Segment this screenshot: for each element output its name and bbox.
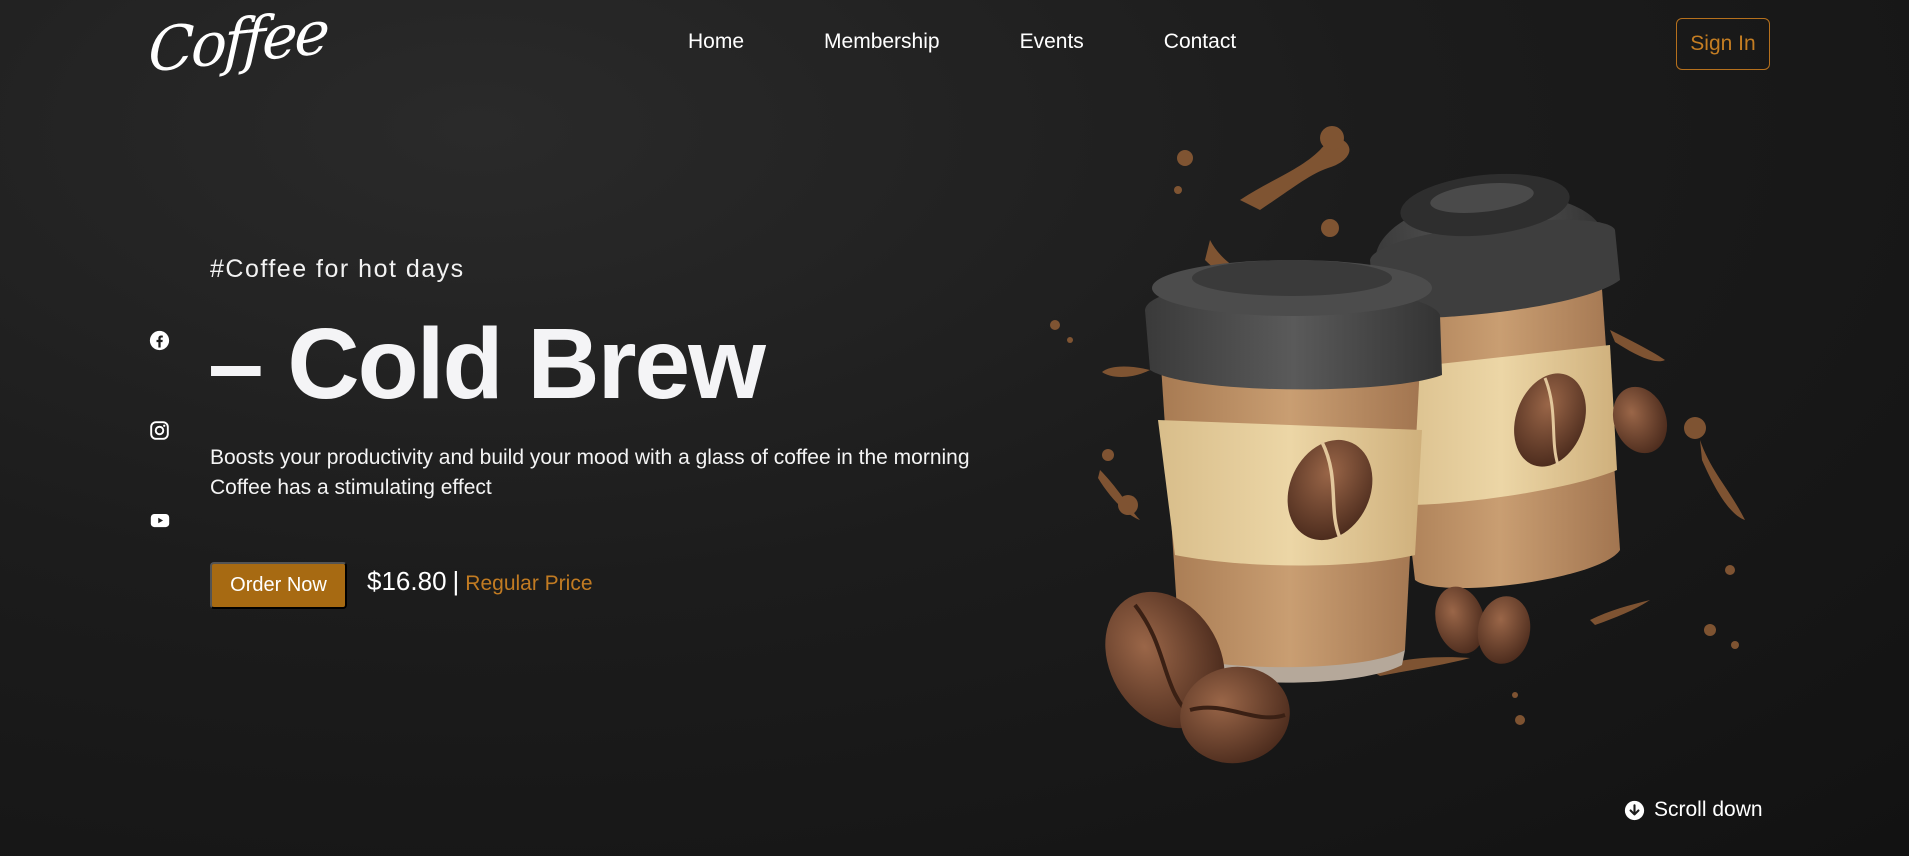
nav-contact[interactable]: Contact — [1164, 30, 1236, 54]
hero-description: Boosts your productivity and build your … — [210, 446, 970, 499]
youtube-icon[interactable] — [149, 510, 171, 531]
scroll-down-label: Scroll down — [1654, 798, 1763, 821]
arrow-down-circle-icon — [1624, 800, 1645, 820]
instagram-icon[interactable] — [149, 420, 170, 441]
sign-in-button[interactable]: Sign In — [1676, 18, 1770, 70]
order-now-button[interactable]: Order Now — [210, 562, 347, 609]
facebook-icon[interactable] — [149, 330, 170, 351]
hero-tagline: #Coffee for hot days — [210, 255, 465, 283]
scroll-down-link[interactable]: Scroll down — [1624, 798, 1763, 822]
nav-home[interactable]: Home — [688, 30, 744, 54]
price-separator: | — [452, 566, 460, 596]
price-block: $16.80 | Regular Price — [367, 566, 593, 597]
brand-logo[interactable]: Coffee — [147, 0, 328, 88]
main-nav: Home Membership Events Contact — [688, 30, 1236, 54]
hero-headline: – Cold Brew — [208, 308, 766, 420]
price-note: Regular Price — [465, 572, 593, 595]
price-value: $16.80 — [367, 566, 447, 596]
nav-membership[interactable]: Membership — [824, 30, 940, 54]
nav-events[interactable]: Events — [1020, 30, 1084, 54]
coffee-cups-illustration — [1050, 126, 1745, 764]
